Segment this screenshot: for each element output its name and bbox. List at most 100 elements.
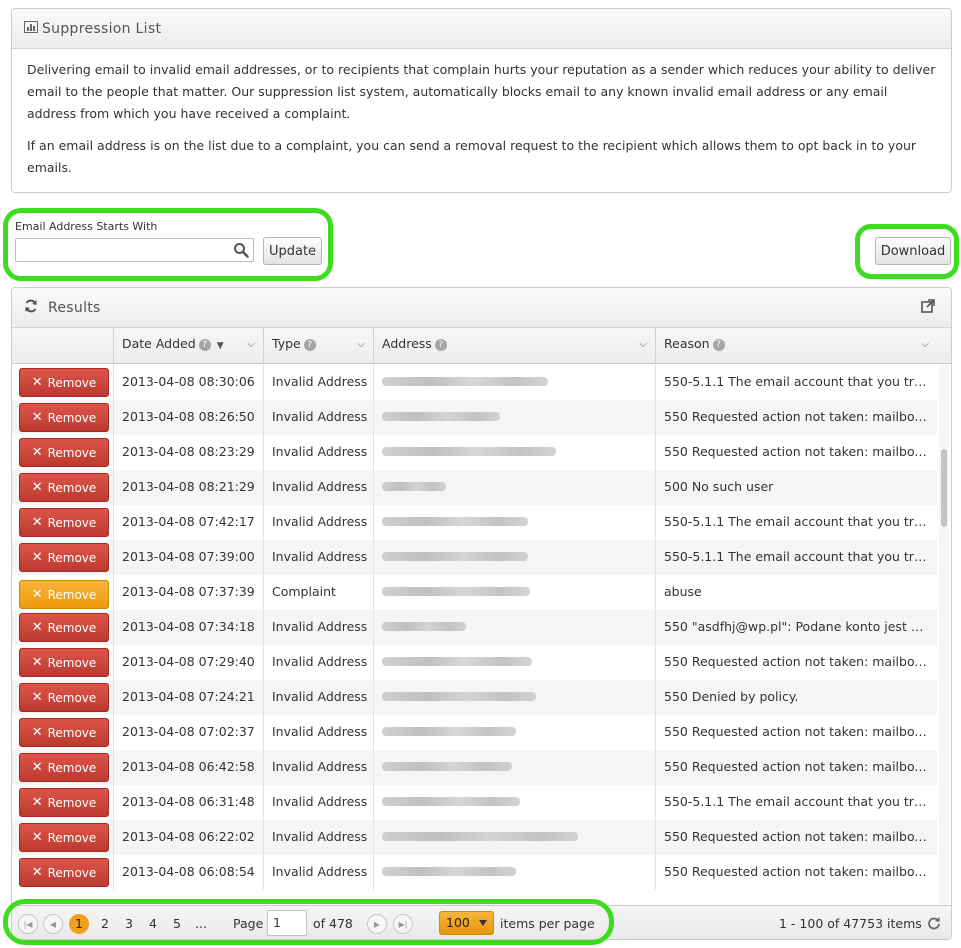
chevron-down-icon[interactable]: ⌵ — [247, 339, 255, 350]
type-cell: Complaint — [263, 575, 373, 610]
type-cell: Invalid Address — [263, 435, 373, 470]
help-icon[interactable]: ? — [712, 338, 725, 351]
remove-label: Remove — [47, 410, 97, 425]
help-icon[interactable]: ? — [434, 338, 447, 351]
address-cell — [373, 435, 655, 470]
table-row: ✕ Remove 2013-04-08 07:39:00 Invalid Addres… — [12, 540, 937, 575]
column-address[interactable]: Address? ⌵ — [373, 328, 655, 364]
sort-desc-icon: ▼ — [216, 341, 224, 351]
remove-label: Remove — [47, 445, 97, 460]
remove-button[interactable]: ✕ Remove — [19, 858, 109, 887]
chevron-down-icon[interactable]: ⌵ — [921, 339, 929, 350]
address-cell — [373, 855, 655, 890]
last-page-icon[interactable]: ▶| — [393, 914, 413, 934]
table-row: ✕ Remove 2013-04-08 08:30:06 Invalid Addres… — [12, 365, 937, 400]
remove-button[interactable]: ✕ Remove — [19, 368, 109, 397]
remove-button[interactable]: ✕ Remove — [19, 648, 109, 677]
email-search-input[interactable] — [16, 239, 226, 261]
close-icon: ✕ — [31, 760, 43, 775]
column-actions — [12, 328, 113, 364]
remove-button[interactable]: ✕ Remove — [19, 683, 109, 712]
refresh-icon[interactable] — [927, 916, 941, 933]
vertical-scrollbar[interactable] — [939, 365, 949, 905]
remove-button[interactable]: ✕ Remove — [19, 753, 109, 782]
column-reason[interactable]: Reason? ⌵ — [655, 328, 937, 364]
column-type-label: Type — [272, 336, 301, 351]
table-header: Date Added? ▼ ⌵ Type? ⌵ Address? ⌵ Reason… — [12, 328, 951, 364]
address-cell — [373, 820, 655, 855]
remove-label: Remove — [47, 515, 97, 530]
page-number[interactable]: 4 — [143, 914, 163, 934]
remove-button[interactable]: ✕ Remove — [19, 580, 109, 609]
help-icon[interactable]: ? — [303, 338, 316, 351]
date-cell: 2013-04-08 07:37:39 — [113, 575, 263, 610]
page-count: of 478 — [313, 916, 353, 931]
page-number[interactable]: 1 — [69, 914, 89, 934]
close-icon: ✕ — [31, 725, 43, 740]
column-type[interactable]: Type? ⌵ — [263, 328, 373, 364]
page-input[interactable]: 1 — [267, 910, 307, 936]
date-cell: 2013-04-08 07:42:17 — [113, 505, 263, 540]
remove-button[interactable]: ✕ Remove — [19, 543, 109, 572]
remove-button[interactable]: ✕ Remove — [19, 473, 109, 502]
download-button[interactable]: Download — [875, 237, 951, 265]
next-page-icon[interactable]: ▶ — [367, 914, 387, 934]
page-number[interactable]: 2 — [95, 914, 115, 934]
chevron-down-icon[interactable]: ⌵ — [357, 339, 365, 350]
redacted-address — [382, 517, 528, 526]
remove-button[interactable]: ✕ Remove — [19, 788, 109, 817]
first-page-icon[interactable]: |◀ — [18, 914, 38, 934]
type-cell: Invalid Address — [263, 540, 373, 575]
date-cell: 2013-04-08 06:08:54 — [113, 855, 263, 890]
chevron-down-icon[interactable]: ⌵ — [639, 339, 647, 350]
remove-button[interactable]: ✕ Remove — [19, 438, 109, 467]
help-icon[interactable]: ? — [198, 338, 211, 351]
remove-label: Remove — [47, 760, 97, 775]
date-cell: 2013-04-08 08:21:29 — [113, 470, 263, 505]
remove-button[interactable]: ✕ Remove — [19, 718, 109, 747]
remove-label: Remove — [47, 830, 97, 845]
page-number[interactable]: 5 — [167, 914, 187, 934]
reason-cell: 550-5.1.1 The email account that you tri… — [655, 365, 937, 400]
address-cell — [373, 540, 655, 575]
remove-button[interactable]: ✕ Remove — [19, 403, 109, 432]
external-link-icon[interactable] — [921, 298, 939, 317]
items-summary: 1 - 100 of 47753 items — [779, 916, 922, 931]
date-cell: 2013-04-08 07:39:00 — [113, 540, 263, 575]
date-cell: 2013-04-08 08:23:29 — [113, 435, 263, 470]
remove-button[interactable]: ✕ Remove — [19, 823, 109, 852]
reason-cell: 550 "asdfhj@wp.pl": Podane konto jest za… — [655, 610, 937, 645]
reason-cell: 550 Requested action not taken: mailbox … — [655, 855, 937, 890]
prev-page-icon[interactable]: ◀ — [43, 914, 63, 934]
table-row: ✕ Remove 2013-04-08 07:42:17 Invalid Addres… — [12, 505, 937, 540]
refresh-icon[interactable] — [24, 299, 42, 317]
type-cell: Invalid Address — [263, 470, 373, 505]
close-icon: ✕ — [31, 445, 43, 460]
page-number[interactable]: 3 — [119, 914, 139, 934]
redacted-address — [382, 657, 532, 666]
date-cell: 2013-04-08 08:26:50 — [113, 400, 263, 435]
column-date-added[interactable]: Date Added? ▼ ⌵ — [113, 328, 263, 364]
redacted-address — [382, 377, 548, 386]
scrollbar-thumb[interactable] — [941, 449, 947, 527]
remove-label: Remove — [47, 865, 97, 880]
type-cell: Invalid Address — [263, 715, 373, 750]
type-cell: Invalid Address — [263, 505, 373, 540]
close-icon: ✕ — [31, 480, 43, 495]
remove-button[interactable]: ✕ Remove — [19, 508, 109, 537]
update-button[interactable]: Update — [263, 237, 322, 265]
table-row: ✕ Remove 2013-04-08 07:02:37 Invalid Addres… — [12, 715, 937, 750]
address-cell — [373, 400, 655, 435]
date-cell: 2013-04-08 07:34:18 — [113, 610, 263, 645]
page-number[interactable]: ... — [191, 914, 211, 934]
search-icon[interactable] — [233, 242, 249, 262]
items-per-page-select[interactable]: 100 — [439, 911, 494, 935]
remove-button[interactable]: ✕ Remove — [19, 613, 109, 642]
address-cell — [373, 470, 655, 505]
table-row: ✕ Remove 2013-04-08 06:22:02 Invalid Addres… — [12, 820, 937, 855]
type-cell: Invalid Address — [263, 365, 373, 400]
reason-cell: 550 Requested action not taken: mailbox … — [655, 435, 937, 470]
page-title: Suppression List — [42, 20, 162, 37]
close-icon: ✕ — [31, 690, 43, 705]
results-panel: Results Date Added? ▼ ⌵ Type? ⌵ Address? … — [11, 287, 952, 940]
